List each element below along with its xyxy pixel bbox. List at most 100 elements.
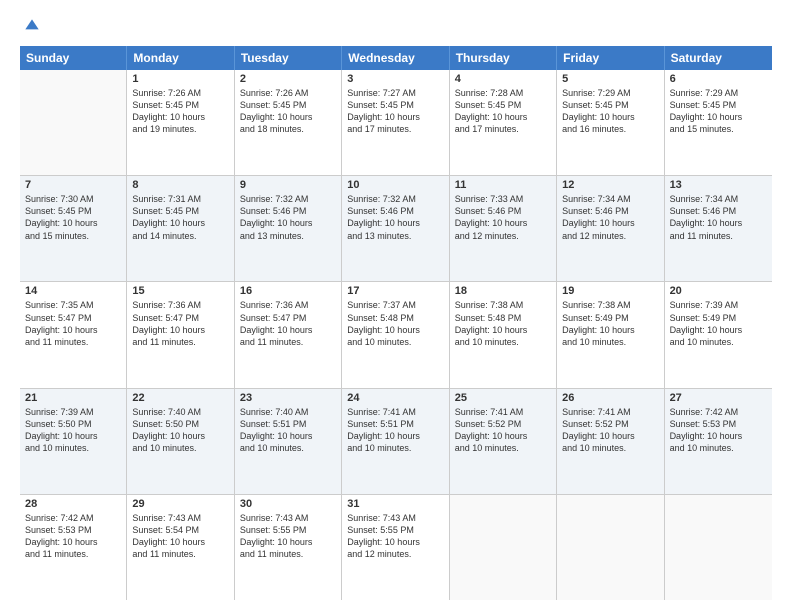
calendar-header-cell: Sunday — [20, 46, 127, 70]
day-number: 8 — [132, 179, 228, 191]
day-number: 14 — [25, 285, 121, 297]
day-number: 24 — [347, 392, 443, 404]
day-info: Sunrise: 7:26 AM Sunset: 5:45 PM Dayligh… — [240, 87, 336, 136]
day-info: Sunrise: 7:38 AM Sunset: 5:49 PM Dayligh… — [562, 299, 658, 348]
day-info: Sunrise: 7:36 AM Sunset: 5:47 PM Dayligh… — [240, 299, 336, 348]
day-number: 21 — [25, 392, 121, 404]
day-info: Sunrise: 7:38 AM Sunset: 5:48 PM Dayligh… — [455, 299, 551, 348]
day-info: Sunrise: 7:40 AM Sunset: 5:50 PM Dayligh… — [132, 406, 228, 455]
day-number: 4 — [455, 73, 551, 85]
logo — [20, 16, 42, 36]
calendar-cell: 3 Sunrise: 7:27 AM Sunset: 5:45 PM Daylig… — [342, 70, 449, 175]
day-info: Sunrise: 7:43 AM Sunset: 5:55 PM Dayligh… — [347, 512, 443, 561]
logo-icon — [22, 16, 42, 36]
day-number: 2 — [240, 73, 336, 85]
calendar-cell: 1Sunrise: 7:26 AM Sunset: 5:45 PM Daylig… — [127, 70, 234, 175]
calendar-cell: 21 Sunrise: 7:39 AM Sunset: 5:50 PM Dayli… — [20, 389, 127, 494]
calendar-cell: 2 Sunrise: 7:26 AM Sunset: 5:45 PM Daylig… — [235, 70, 342, 175]
day-info: Sunrise: 7:34 AM Sunset: 5:46 PM Dayligh… — [562, 193, 658, 242]
calendar-cell: 9 Sunrise: 7:32 AM Sunset: 5:46 PM Daylig… — [235, 176, 342, 281]
day-info: Sunrise: 7:30 AM Sunset: 5:45 PM Dayligh… — [25, 193, 121, 242]
calendar-cell — [20, 70, 127, 175]
calendar-body: 1 Sunrise: 7:26 AM Sunset: 5:45 PM Daylig… — [20, 70, 772, 600]
calendar-cell: 15 Sunrise: 7:36 AM Sunset: 5:47 PM Dayli… — [127, 282, 234, 387]
calendar-header-cell: Tuesday — [235, 46, 342, 70]
calendar-row: 21 Sunrise: 7:39 AM Sunset: 5:50 PM Dayli… — [20, 389, 772, 495]
calendar-header-cell: Friday — [557, 46, 664, 70]
calendar-cell — [557, 495, 664, 600]
day-number: 1 — [132, 73, 228, 85]
calendar-cell: 5 Sunrise: 7:29 AM Sunset: 5:45 PM Daylig… — [557, 70, 664, 175]
day-info: Sunrise: 7:32 AM Sunset: 5:46 PM Dayligh… — [347, 193, 443, 242]
day-number: 23 — [240, 392, 336, 404]
day-number: 28 — [25, 498, 121, 510]
day-info: Sunrise: 7:39 AM Sunset: 5:50 PM Dayligh… — [25, 406, 121, 455]
calendar-cell: 23Sunrise: 7:40 AM Sunset: 5:51 PM Dayli… — [235, 389, 342, 494]
calendar: SundayMondayTuesdayWednesdayThursdayFrid… — [20, 46, 772, 600]
day-number: 22 — [132, 392, 228, 404]
day-number: 9 — [240, 179, 336, 191]
day-number: 25 — [455, 392, 551, 404]
day-number: 16 — [240, 285, 336, 297]
calendar-row: 1 Sunrise: 7:26 AM Sunset: 5:45 PM Daylig… — [20, 70, 772, 176]
day-number: 27 — [670, 392, 767, 404]
calendar-cell: 25 Sunrise: 7:41 AM Sunset: 5:52 PM Dayli… — [450, 389, 557, 494]
day-info: Sunrise: 7:34 AM Sunset: 5:46 PM Dayligh… — [670, 193, 767, 242]
calendar-header-cell: Monday — [127, 46, 234, 70]
day-number: 5 — [562, 73, 658, 85]
calendar-cell: 30Sunrise: 7:43 AM Sunset: 5:55 PM Dayli… — [235, 495, 342, 600]
calendar-cell: 12 Sunrise: 7:34 AM Sunset: 5:46 PM Dayli… — [557, 176, 664, 281]
calendar-cell: 16 Sunrise: 7:36 AM Sunset: 5:47 PM Dayli… — [235, 282, 342, 387]
calendar-row: 7Sunrise: 7:30 AM Sunset: 5:45 PM Daylig… — [20, 176, 772, 282]
day-info: Sunrise: 7:42 AM Sunset: 5:53 PM Dayligh… — [25, 512, 121, 561]
calendar-cell: 19 Sunrise: 7:38 AM Sunset: 5:49 PM Dayli… — [557, 282, 664, 387]
calendar-cell: 10Sunrise: 7:32 AM Sunset: 5:46 PM Dayli… — [342, 176, 449, 281]
day-number: 26 — [562, 392, 658, 404]
calendar-cell: 22 Sunrise: 7:40 AM Sunset: 5:50 PM Dayli… — [127, 389, 234, 494]
calendar-row: 28 Sunrise: 7:42 AM Sunset: 5:53 PM Dayli… — [20, 495, 772, 600]
calendar-cell: 14 Sunrise: 7:35 AM Sunset: 5:47 PM Dayli… — [20, 282, 127, 387]
calendar-row: 14 Sunrise: 7:35 AM Sunset: 5:47 PM Dayli… — [20, 282, 772, 388]
day-info: Sunrise: 7:33 AM Sunset: 5:46 PM Dayligh… — [455, 193, 551, 242]
day-info: Sunrise: 7:29 AM Sunset: 5:45 PM Dayligh… — [562, 87, 658, 136]
day-number: 13 — [670, 179, 767, 191]
calendar-header-cell: Saturday — [665, 46, 772, 70]
calendar-header: SundayMondayTuesdayWednesdayThursdayFrid… — [20, 46, 772, 70]
calendar-cell: 27 Sunrise: 7:42 AM Sunset: 5:53 PM Dayli… — [665, 389, 772, 494]
calendar-cell: 6Sunrise: 7:29 AM Sunset: 5:45 PM Daylig… — [665, 70, 772, 175]
calendar-cell: 7Sunrise: 7:30 AM Sunset: 5:45 PM Daylig… — [20, 176, 127, 281]
day-info: Sunrise: 7:41 AM Sunset: 5:51 PM Dayligh… — [347, 406, 443, 455]
day-info: Sunrise: 7:27 AM Sunset: 5:45 PM Dayligh… — [347, 87, 443, 136]
day-info: Sunrise: 7:42 AM Sunset: 5:53 PM Dayligh… — [670, 406, 767, 455]
day-info: Sunrise: 7:43 AM Sunset: 5:54 PM Dayligh… — [132, 512, 228, 561]
day-info: Sunrise: 7:39 AM Sunset: 5:49 PM Dayligh… — [670, 299, 767, 348]
day-info: Sunrise: 7:31 AM Sunset: 5:45 PM Dayligh… — [132, 193, 228, 242]
calendar-cell: 8 Sunrise: 7:31 AM Sunset: 5:45 PM Daylig… — [127, 176, 234, 281]
calendar-header-cell: Wednesday — [342, 46, 449, 70]
day-number: 12 — [562, 179, 658, 191]
calendar-cell: 31 Sunrise: 7:43 AM Sunset: 5:55 PM Dayli… — [342, 495, 449, 600]
day-info: Sunrise: 7:36 AM Sunset: 5:47 PM Dayligh… — [132, 299, 228, 348]
calendar-cell: 13 Sunrise: 7:34 AM Sunset: 5:46 PM Dayli… — [665, 176, 772, 281]
day-number: 31 — [347, 498, 443, 510]
day-info: Sunrise: 7:43 AM Sunset: 5:55 PM Dayligh… — [240, 512, 336, 561]
day-number: 17 — [347, 285, 443, 297]
calendar-cell — [665, 495, 772, 600]
day-number: 15 — [132, 285, 228, 297]
day-number: 11 — [455, 179, 551, 191]
day-info: Sunrise: 7:41 AM Sunset: 5:52 PM Dayligh… — [562, 406, 658, 455]
day-info: Sunrise: 7:41 AM Sunset: 5:52 PM Dayligh… — [455, 406, 551, 455]
calendar-cell: 29Sunrise: 7:43 AM Sunset: 5:54 PM Dayli… — [127, 495, 234, 600]
day-info: Sunrise: 7:35 AM Sunset: 5:47 PM Dayligh… — [25, 299, 121, 348]
day-number: 3 — [347, 73, 443, 85]
calendar-cell: 20 Sunrise: 7:39 AM Sunset: 5:49 PM Dayli… — [665, 282, 772, 387]
calendar-cell: 18Sunrise: 7:38 AM Sunset: 5:48 PM Dayli… — [450, 282, 557, 387]
calendar-cell: 4 Sunrise: 7:28 AM Sunset: 5:45 PM Daylig… — [450, 70, 557, 175]
day-info: Sunrise: 7:32 AM Sunset: 5:46 PM Dayligh… — [240, 193, 336, 242]
day-info: Sunrise: 7:29 AM Sunset: 5:45 PM Dayligh… — [670, 87, 767, 136]
day-number: 20 — [670, 285, 767, 297]
calendar-cell: 11 Sunrise: 7:33 AM Sunset: 5:46 PM Dayli… — [450, 176, 557, 281]
day-info: Sunrise: 7:28 AM Sunset: 5:45 PM Dayligh… — [455, 87, 551, 136]
day-number: 19 — [562, 285, 658, 297]
calendar-cell: 28 Sunrise: 7:42 AM Sunset: 5:53 PM Dayli… — [20, 495, 127, 600]
